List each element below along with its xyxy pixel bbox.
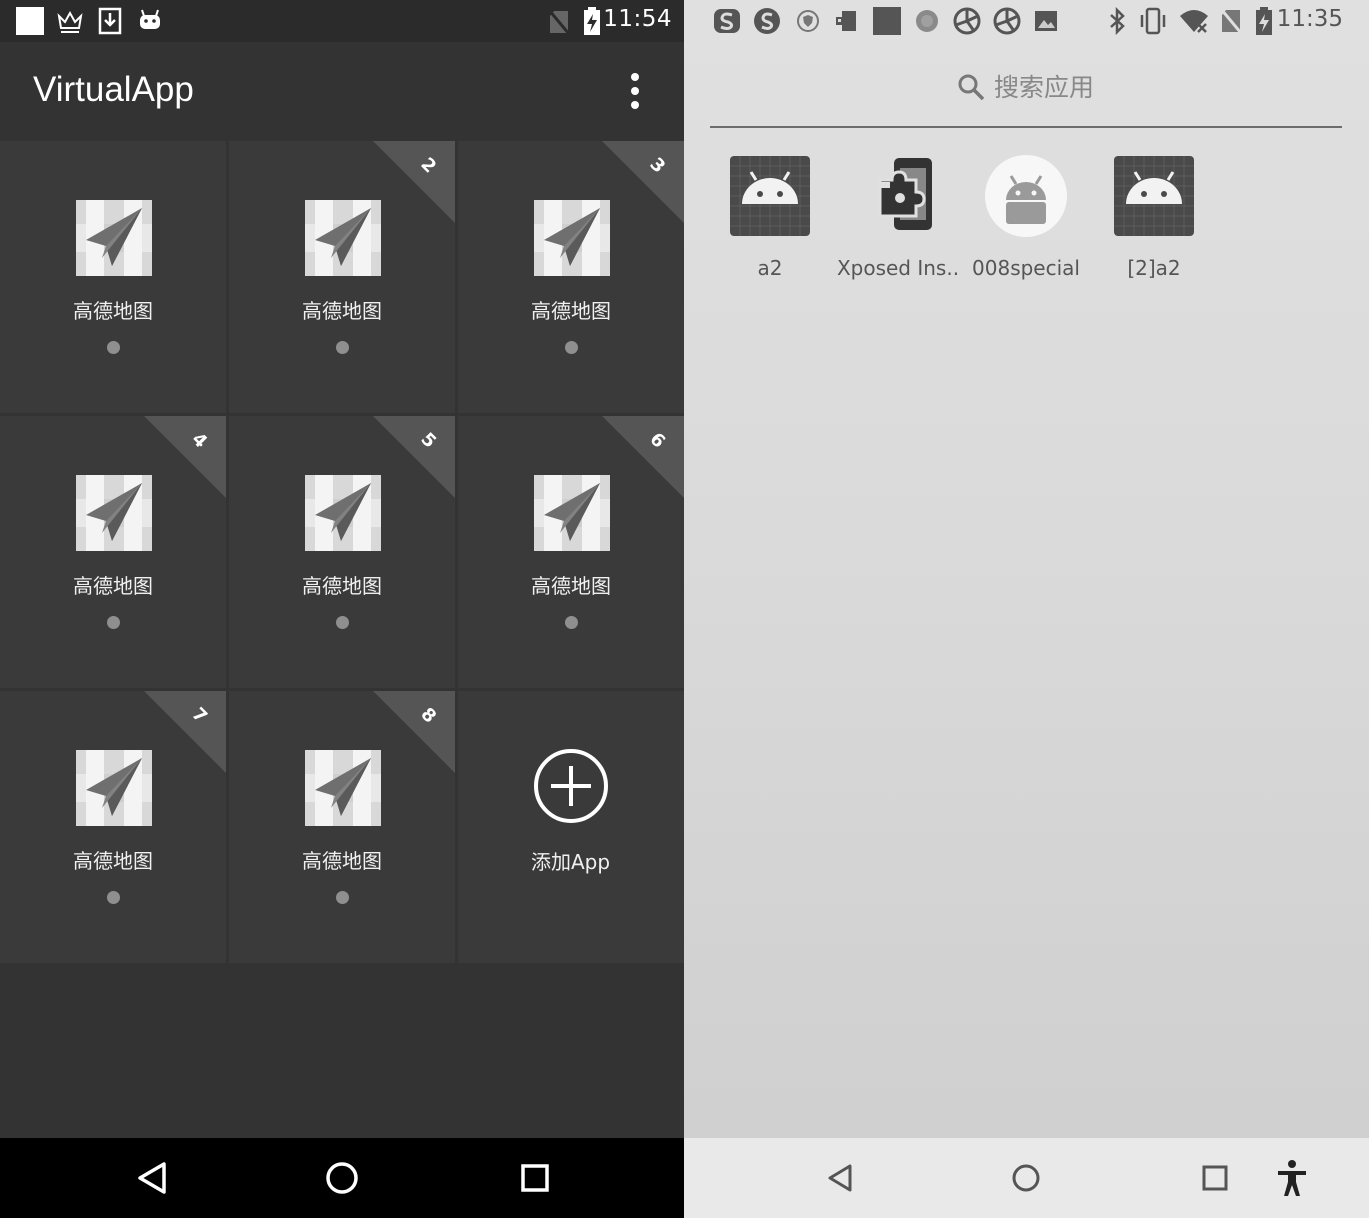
home-icon[interactable] — [1006, 1158, 1046, 1198]
aperture-icon-2 — [992, 6, 1022, 36]
circle-dots-icon — [914, 8, 940, 34]
search-bar[interactable] — [710, 56, 1342, 128]
gaode-map-icon — [305, 750, 381, 826]
sogou-s-icon — [752, 6, 782, 36]
xposed-puzzle-icon — [856, 154, 940, 238]
gaode-map-icon — [76, 475, 152, 551]
app-label: 高德地图 — [73, 574, 153, 598]
app-tile[interactable]: 3 高德地图 — [458, 141, 684, 413]
vibrate-icon — [1138, 7, 1168, 35]
app-label: 高德地图 — [302, 849, 382, 873]
app-tile[interactable]: 5 高德地图 — [229, 416, 455, 688]
search-input[interactable] — [994, 70, 1294, 104]
battery-charging-icon — [583, 7, 601, 35]
app-tile[interactable]: 8 高德地图 — [229, 691, 455, 963]
status-dot — [336, 616, 349, 629]
android-round-icon — [984, 154, 1068, 238]
app-title: VirtualApp — [33, 70, 194, 109]
status-dot — [107, 341, 120, 354]
app-item-xposed-installer[interactable]: Xposed Ins.. — [834, 148, 962, 288]
back-icon[interactable] — [132, 1158, 172, 1198]
home-icon[interactable] — [322, 1158, 362, 1198]
status-dot — [336, 341, 349, 354]
instance-badge: 4 — [144, 416, 226, 498]
app-grid: 高德地图 2 高德地图 3 高德地图 4 高德地图 5 高德地图 6 高德地图 … — [0, 141, 684, 963]
app-label: 高德地图 — [302, 574, 382, 598]
add-circle-icon[interactable] — [533, 748, 609, 824]
gaode-map-icon — [305, 475, 381, 551]
search-icon — [956, 72, 986, 102]
app-item-a2[interactable]: a2 — [706, 148, 834, 288]
no-sim-icon — [1220, 8, 1242, 34]
app-picker-screen: 11:35 a2 Xposed Ins.. — [684, 0, 1369, 1218]
android-grid-icon — [728, 154, 812, 238]
app-tile[interactable]: 高德地图 — [0, 141, 226, 413]
image-flag-icon — [834, 9, 858, 33]
gaode-map-icon — [76, 750, 152, 826]
virtualapp-screen: 11:54 VirtualApp 高德地图 2 高德地图 3 高德地图 4 高德… — [0, 0, 684, 1218]
app-label: 008special — [972, 256, 1080, 280]
wifi-off-icon — [1178, 8, 1210, 34]
android-grid-icon — [1112, 154, 1196, 238]
add-app-tile[interactable] — [458, 691, 684, 963]
status-time: 11:35 — [1276, 6, 1343, 32]
recents-icon[interactable] — [1195, 1158, 1235, 1198]
app-label: 高德地图 — [531, 574, 611, 598]
app-label: [2]a2 — [1127, 256, 1181, 280]
app-tile[interactable]: 2 高德地图 — [229, 141, 455, 413]
instance-badge: 6 — [602, 416, 684, 498]
gaode-map-icon — [534, 200, 610, 276]
status-time: 11:54 — [603, 6, 672, 32]
app-bar: VirtualApp — [0, 42, 684, 141]
instance-badge: 3 — [602, 141, 684, 223]
instance-badge: 2 — [373, 141, 455, 223]
more-vert-icon[interactable] — [620, 70, 650, 112]
white-square-icon — [16, 7, 44, 35]
aperture-icon — [952, 6, 982, 36]
app-item-008special[interactable]: 008special — [962, 148, 1090, 288]
status-bar: 11:35 — [684, 0, 1369, 42]
gaode-map-icon — [76, 200, 152, 276]
recents-icon[interactable] — [515, 1158, 555, 1198]
app-tile[interactable]: 7 高德地图 — [0, 691, 226, 963]
status-bar: 11:54 — [0, 0, 684, 42]
app-label: 高德地图 — [302, 299, 382, 323]
sogou-icon — [712, 7, 742, 35]
app-item-2-a2[interactable]: [2]a2 — [1090, 148, 1218, 288]
download-icon — [98, 7, 122, 35]
app-label: 高德地图 — [531, 299, 611, 323]
navigation-bar — [0, 1138, 684, 1218]
battery-charging-icon — [1255, 7, 1273, 35]
app-tile[interactable]: 4 高德地图 — [0, 416, 226, 688]
square-icon — [872, 7, 902, 35]
status-dot — [565, 616, 578, 629]
navigation-bar — [684, 1138, 1369, 1218]
instance-badge: 5 — [373, 416, 455, 498]
accessibility-icon[interactable] — [1272, 1158, 1312, 1198]
status-dot — [107, 616, 120, 629]
gaode-map-icon — [305, 200, 381, 276]
add-app-label: 添加App — [530, 850, 611, 874]
status-dot — [565, 341, 578, 354]
shield-icon — [796, 9, 820, 33]
app-label: Xposed Ins.. — [836, 256, 960, 280]
android-icon — [137, 7, 163, 33]
instance-badge: 7 — [144, 691, 226, 773]
app-label: 高德地图 — [73, 299, 153, 323]
crown-icon — [57, 8, 83, 34]
status-dot — [107, 891, 120, 904]
status-dot — [336, 891, 349, 904]
instance-badge: 8 — [373, 691, 455, 773]
picture-icon — [1034, 9, 1058, 33]
app-tile[interactable]: 6 高德地图 — [458, 416, 684, 688]
no-sim-icon — [548, 9, 570, 35]
back-icon[interactable] — [820, 1158, 860, 1198]
app-label: 高德地图 — [73, 849, 153, 873]
bluetooth-icon — [1108, 7, 1128, 35]
gaode-map-icon — [534, 475, 610, 551]
app-label: a2 — [757, 256, 783, 280]
